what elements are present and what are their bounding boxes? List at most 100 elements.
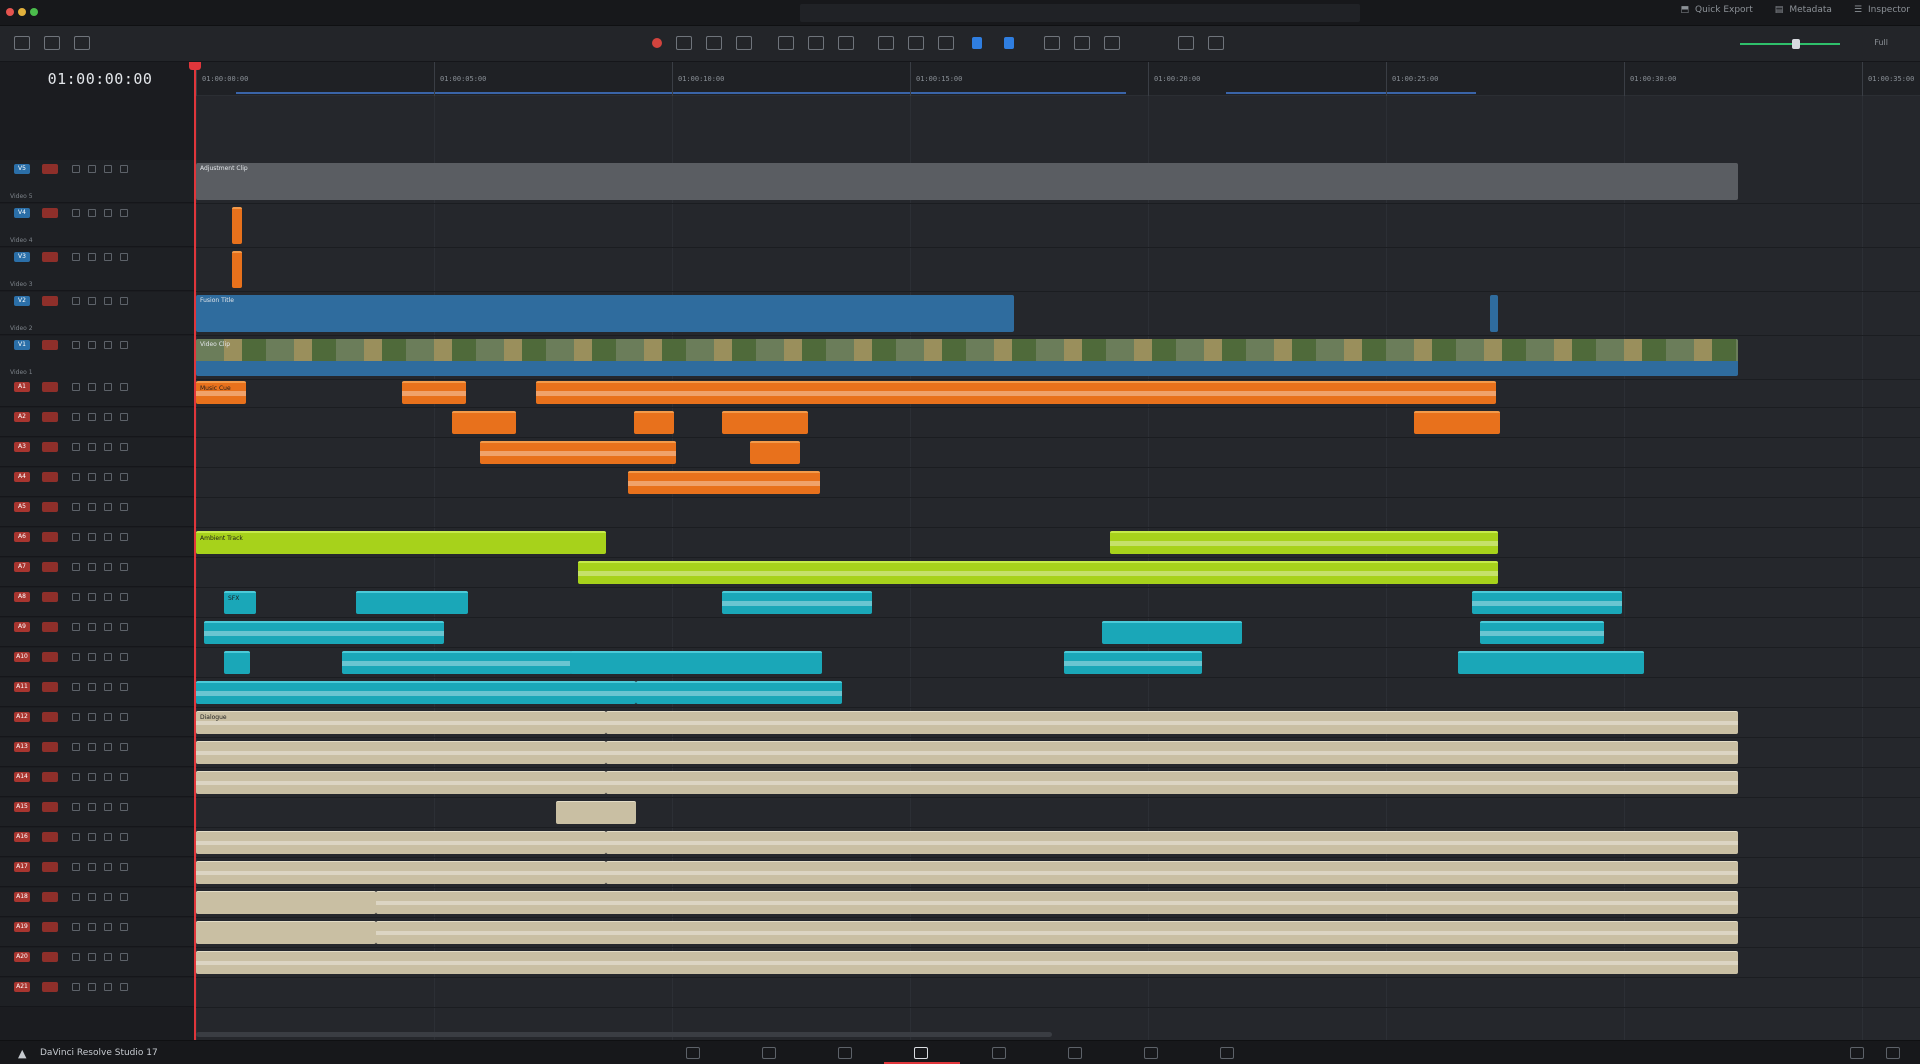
audio-clip[interactable] <box>1064 651 1202 674</box>
mute-icon[interactable] <box>104 563 112 571</box>
track-destination-badge[interactable] <box>42 340 58 350</box>
lock-icon[interactable] <box>72 953 80 961</box>
auto-select-icon[interactable] <box>88 863 96 871</box>
audio-clip[interactable] <box>480 441 676 464</box>
track-destination-badge[interactable] <box>42 472 58 482</box>
track-id-badge[interactable]: A12 <box>14 712 30 722</box>
video-clip[interactable] <box>232 251 242 288</box>
lock-icon[interactable] <box>72 863 80 871</box>
solo-icon[interactable] <box>120 563 128 571</box>
track-id-badge[interactable]: A20 <box>14 952 30 962</box>
track-destination-badge[interactable] <box>42 412 58 422</box>
track-header-a21[interactable]: A21 <box>0 978 196 1007</box>
audio-clip[interactable] <box>1110 531 1498 554</box>
track-header-a11[interactable]: A11 <box>0 678 196 707</box>
insert-clip-icon[interactable] <box>778 36 794 50</box>
auto-select-icon[interactable] <box>88 473 96 481</box>
auto-select-icon[interactable] <box>88 653 96 661</box>
solo-icon[interactable] <box>120 923 128 931</box>
mute-icon[interactable] <box>104 413 112 421</box>
mute-icon[interactable] <box>104 713 112 721</box>
lock-icon[interactable] <box>72 893 80 901</box>
track-header-a13[interactable]: A13 <box>0 738 196 767</box>
track-header-a12[interactable]: A12 <box>0 708 196 737</box>
overwrite-clip-icon[interactable] <box>808 36 824 50</box>
trim-tool-icon[interactable] <box>676 36 692 50</box>
mute-icon[interactable] <box>104 383 112 391</box>
metadata-button[interactable]: ▤ Metadata <box>1775 5 1832 15</box>
link-icon[interactable] <box>908 36 924 50</box>
lock-icon[interactable] <box>72 803 80 811</box>
audio-clip[interactable] <box>722 591 872 614</box>
solo-icon[interactable] <box>120 209 128 217</box>
track-header-v1[interactable]: V1 Video 1 <box>0 336 196 379</box>
audio-clip[interactable] <box>376 891 1738 914</box>
flag-icon[interactable] <box>972 37 982 49</box>
mute-icon[interactable] <box>104 165 112 173</box>
track-header-a2[interactable]: A2 <box>0 408 196 437</box>
settings-icon[interactable] <box>74 36 90 50</box>
solo-icon[interactable] <box>120 623 128 631</box>
solo-icon[interactable] <box>120 803 128 811</box>
solo-icon[interactable] <box>120 253 128 261</box>
mute-icon[interactable] <box>104 863 112 871</box>
auto-select-icon[interactable] <box>88 341 96 349</box>
video-clip[interactable] <box>232 207 242 244</box>
fairlight-page-icon[interactable] <box>1144 1047 1158 1059</box>
auto-select-icon[interactable] <box>88 773 96 781</box>
track-id-badge[interactable]: A2 <box>14 412 30 422</box>
track-options-icon[interactable] <box>44 36 60 50</box>
lock-icon[interactable] <box>72 383 80 391</box>
mute-icon[interactable] <box>104 953 112 961</box>
video-clip[interactable] <box>1490 295 1498 332</box>
track-id-badge[interactable]: V4 <box>14 208 30 218</box>
solo-icon[interactable] <box>120 743 128 751</box>
quick-export-button[interactable]: ⬒ Quick Export <box>1681 5 1753 15</box>
mute-icon[interactable] <box>104 253 112 261</box>
mute-icon[interactable] <box>104 623 112 631</box>
auto-select-icon[interactable] <box>88 297 96 305</box>
mute-icon[interactable] <box>104 473 112 481</box>
zoom-detail-icon[interactable] <box>1074 36 1090 50</box>
solo-icon[interactable] <box>120 833 128 841</box>
solo-icon[interactable] <box>120 297 128 305</box>
audio-clip[interactable] <box>536 381 1496 404</box>
audio-clip[interactable] <box>1458 651 1644 674</box>
solo-icon[interactable] <box>120 383 128 391</box>
track-destination-badge[interactable] <box>42 592 58 602</box>
track-header-v3[interactable]: V3 Video 3 <box>0 248 196 291</box>
audio-clip[interactable] <box>1102 621 1242 644</box>
track-destination-badge[interactable] <box>42 832 58 842</box>
track-destination-badge[interactable] <box>42 952 58 962</box>
track-destination-badge[interactable] <box>42 772 58 782</box>
media-page-icon[interactable] <box>686 1047 700 1059</box>
audio-level-knob[interactable] <box>1792 39 1800 49</box>
lock-icon[interactable] <box>72 623 80 631</box>
solo-icon[interactable] <box>120 443 128 451</box>
track-id-badge[interactable]: A17 <box>14 862 30 872</box>
lock-icon[interactable] <box>72 253 80 261</box>
mute-icon[interactable] <box>104 503 112 511</box>
track-destination-badge[interactable] <box>42 382 58 392</box>
lock-icon[interactable] <box>72 297 80 305</box>
auto-select-icon[interactable] <box>88 893 96 901</box>
auto-select-icon[interactable] <box>88 593 96 601</box>
color-page-icon[interactable] <box>1068 1047 1082 1059</box>
lock-icon[interactable] <box>72 473 80 481</box>
zoom-out-icon[interactable] <box>1178 36 1194 50</box>
project-settings-icon[interactable] <box>1886 1047 1900 1059</box>
track-id-badge[interactable]: A19 <box>14 922 30 932</box>
playhead-handle[interactable] <box>189 62 201 70</box>
maximize-window-icon[interactable] <box>30 8 38 16</box>
track-header-a14[interactable]: A14 <box>0 768 196 797</box>
audio-clip[interactable] <box>606 741 1738 764</box>
lock-icon[interactable] <box>72 923 80 931</box>
track-id-badge[interactable]: V2 <box>14 296 30 306</box>
track-destination-badge[interactable] <box>42 682 58 692</box>
timeline-tracks[interactable]: Adjustment Clip Fusion Title Video Clip Mus… <box>196 96 1920 1040</box>
track-id-badge[interactable]: A4 <box>14 472 30 482</box>
track-header-a8[interactable]: A8 <box>0 588 196 617</box>
audio-clip[interactable] <box>722 411 808 434</box>
track-destination-badge[interactable] <box>42 652 58 662</box>
audio-clip[interactable] <box>606 861 1738 884</box>
